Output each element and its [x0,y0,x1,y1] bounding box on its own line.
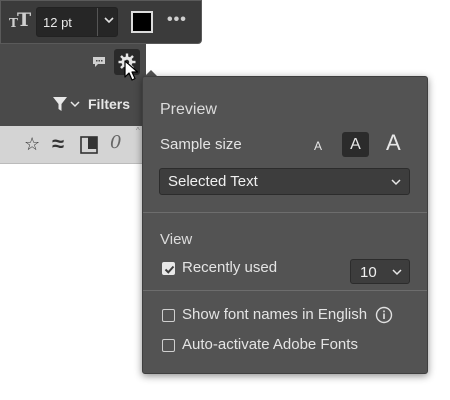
preview-text-dropdown[interactable]: Selected Text [159,168,410,195]
divider [143,212,427,213]
preview-section-title: Preview [160,101,217,118]
filter-icon-row: ☆ ≈ 0 [0,126,146,164]
view-section-title: View [160,231,193,248]
recently-used-checkbox[interactable] [162,262,175,275]
font-size-field[interactable]: 12 pt [36,7,118,37]
english-names-checkbox[interactable] [162,309,175,322]
info-icon[interactable] [375,306,393,324]
text-size-icon[interactable]: TT [9,9,31,32]
text-toolbar: TT 12 pt ••• [0,0,202,44]
chevron-down-icon [392,269,402,276]
similar-icon[interactable]: ≈ [52,131,64,157]
funnel-icon [53,97,67,111]
chevron-down-icon [391,179,401,186]
recently-used-count-value: 10 [360,264,377,281]
recently-used-count-dropdown[interactable]: 10 [350,259,410,284]
sample-size-medium-button[interactable]: A [342,132,369,157]
font-size-separator [97,8,98,36]
preview-text-value: Selected Text [168,173,258,190]
chevron-down-icon [70,101,80,108]
recently-used-label[interactable]: Recently used [182,259,277,276]
document-icon[interactable] [80,136,98,154]
checkmark-icon [164,265,175,274]
filters-label: Filters [88,96,131,112]
star-icon[interactable]: ☆ [24,134,40,155]
sample-size-label: Sample size [160,136,242,153]
more-icon[interactable]: ••• [167,11,187,29]
settings-popup: Preview Sample size A A A Selected Text … [142,76,428,374]
sample-size-small-button[interactable]: A [314,139,322,153]
font-size-value[interactable]: 12 pt [43,15,72,30]
english-names-label[interactable]: Show font names in English [182,306,367,323]
chat-icon[interactable] [92,56,106,68]
auto-activate-label[interactable]: Auto-activate Adobe Fonts [182,336,358,353]
auto-activate-checkbox[interactable] [162,339,175,352]
sample-size-large-button[interactable]: A [386,130,401,156]
chevron-down-icon[interactable] [103,14,115,26]
italic-o-icon[interactable]: 0 [110,132,121,153]
mouse-cursor-icon [124,60,139,81]
font-panel-header: Filters [0,44,146,126]
text-color-swatch[interactable] [131,11,153,33]
divider [143,290,427,291]
